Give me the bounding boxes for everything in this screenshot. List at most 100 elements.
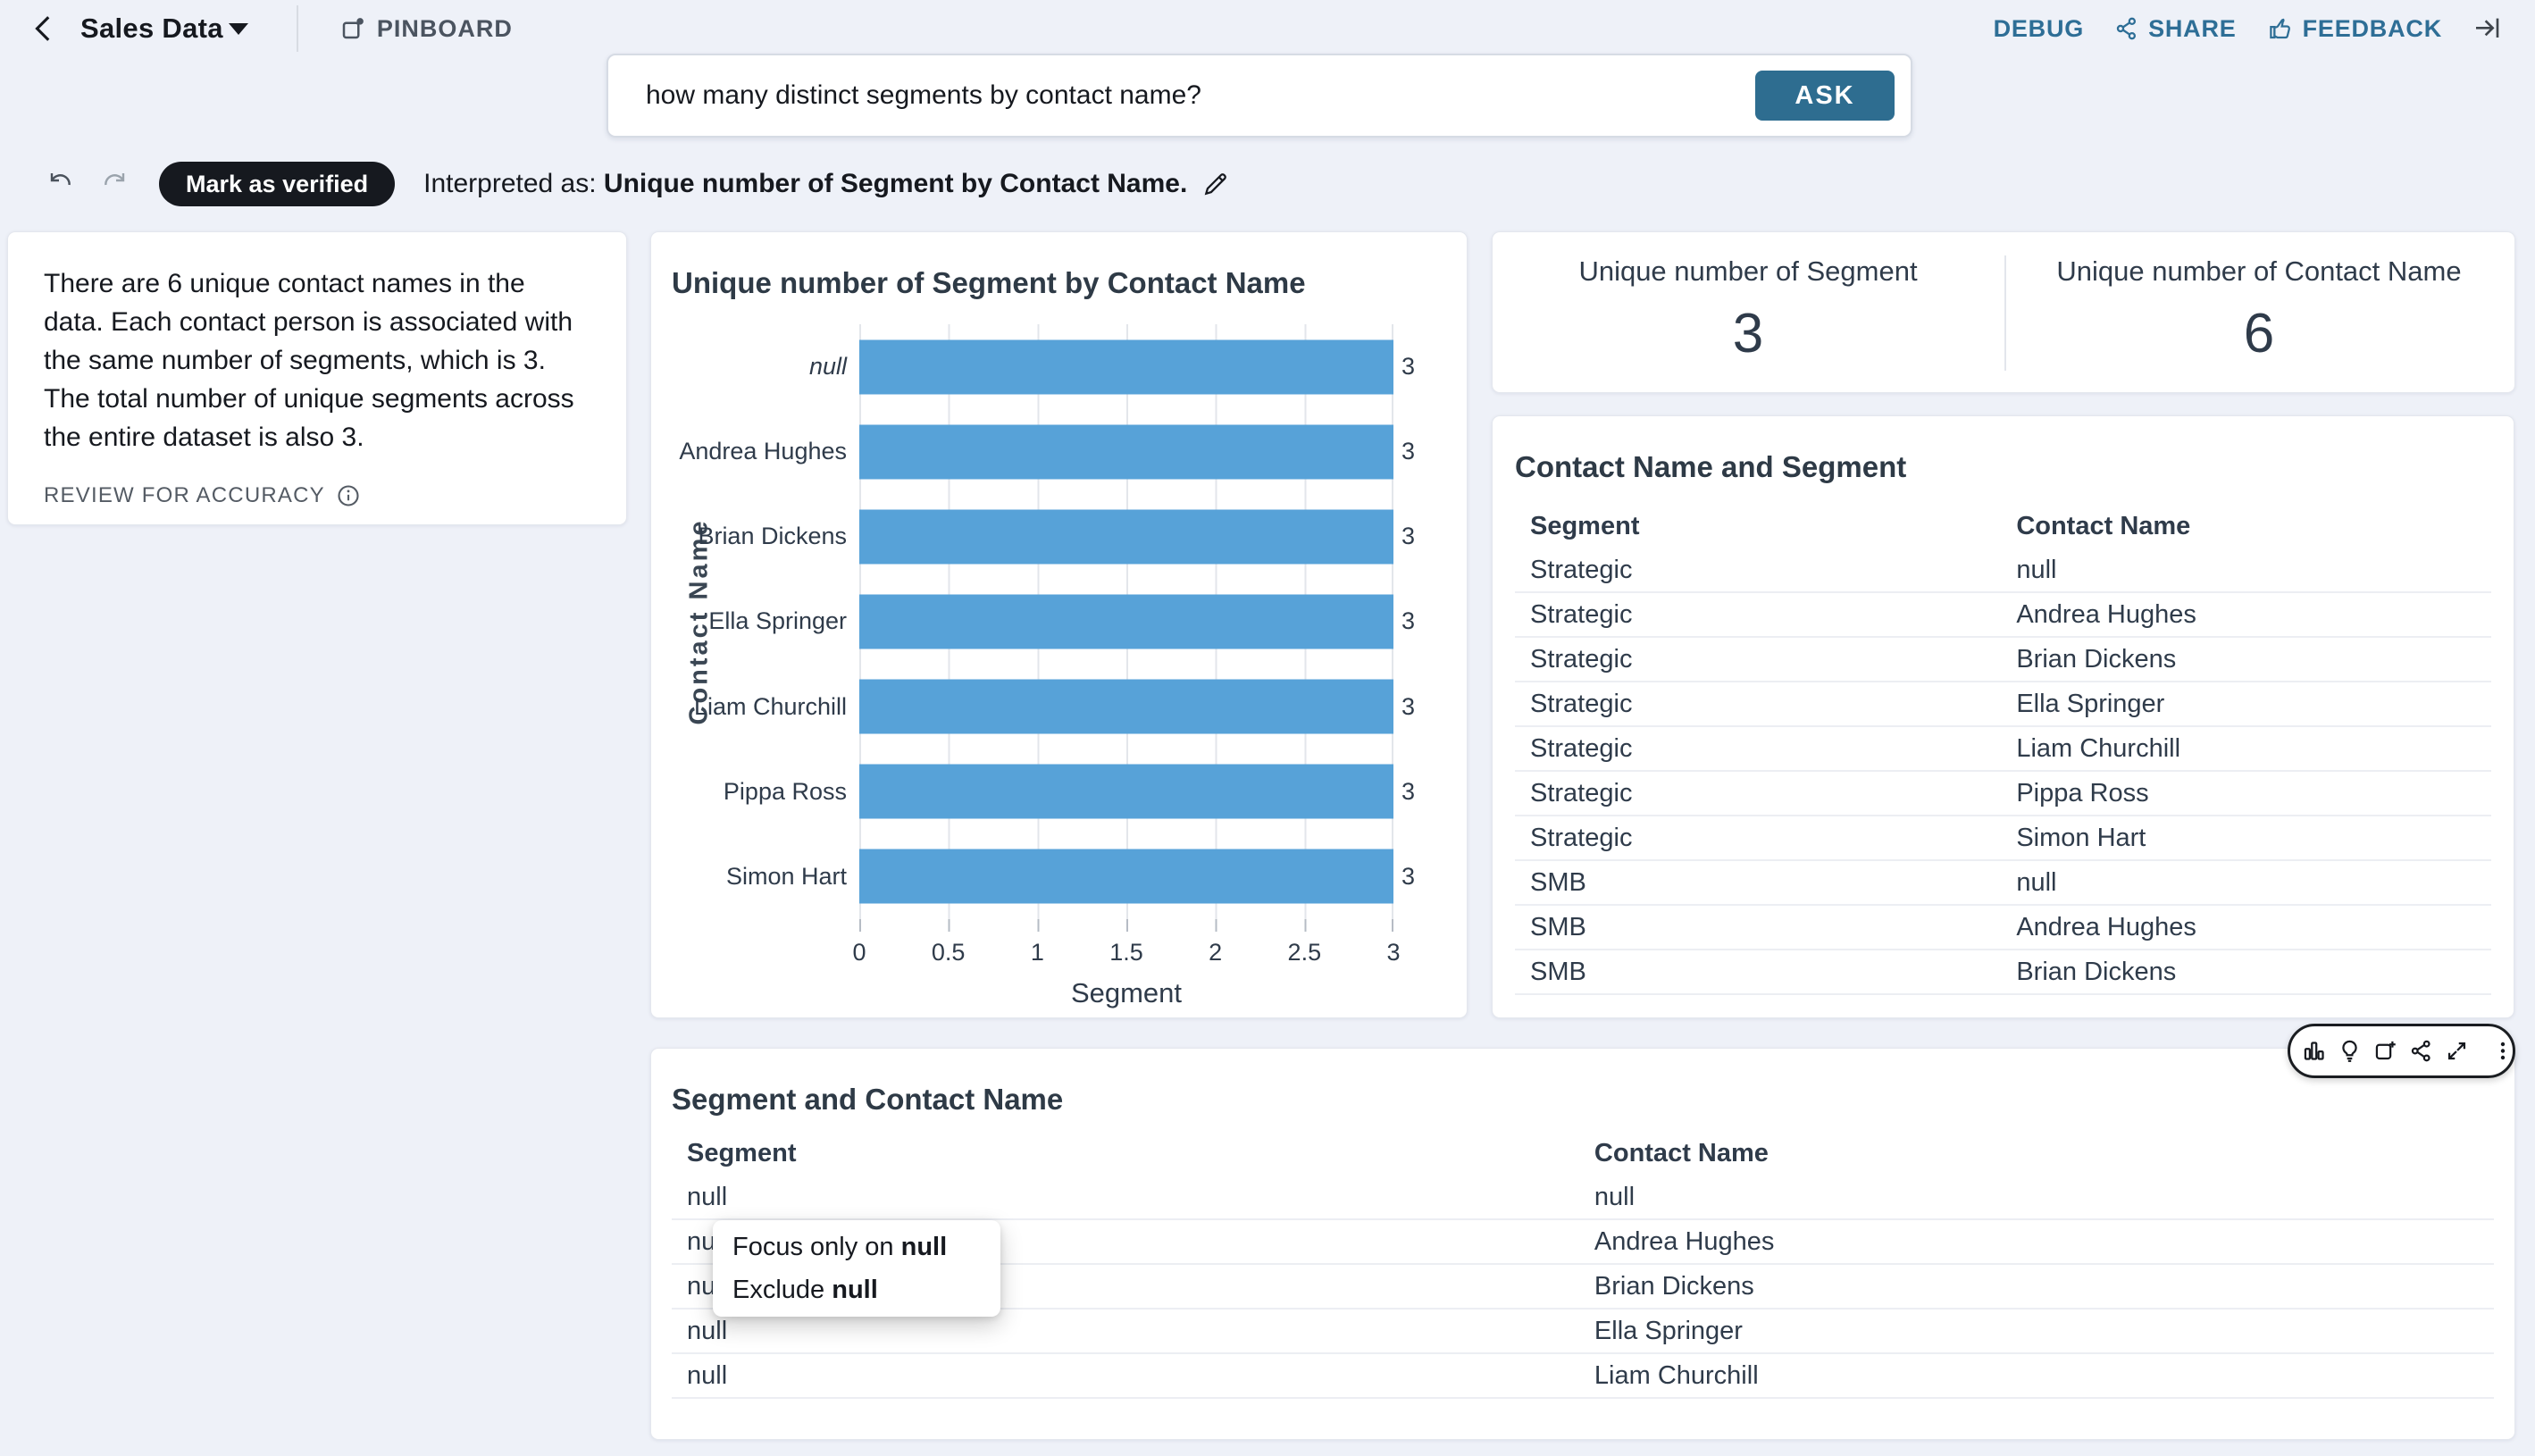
table-cell[interactable]: null	[672, 1183, 1579, 1212]
kpi-label: Unique number of Segment	[1578, 255, 1917, 288]
menu-item-focus-only[interactable]: Focus only on null	[713, 1226, 1000, 1268]
table-title: Contact Name and Segment	[1515, 450, 1906, 484]
menu-item-value: null	[832, 1276, 878, 1304]
dataset-selector[interactable]: Sales Data	[80, 13, 248, 45]
table-cell[interactable]: Andrea Hughes	[1579, 1227, 2494, 1257]
table-cell[interactable]: Strategic	[1515, 600, 2001, 630]
review-for-accuracy: REVIEW FOR ACCURACY	[44, 483, 590, 508]
table-cell[interactable]: Pippa Ross	[2001, 779, 2491, 808]
share-button[interactable]: SHARE	[2114, 15, 2237, 43]
chevron-left-icon	[29, 13, 60, 44]
column-header[interactable]: Segment	[672, 1139, 1579, 1168]
table-cell[interactable]: Brian Dickens	[2001, 645, 2491, 674]
table-row[interactable]: nullnull	[672, 1176, 2494, 1220]
bar[interactable]	[859, 680, 1393, 734]
edit-interpretation-button[interactable]	[1201, 170, 1230, 198]
table-cell[interactable]: Strategic	[1515, 779, 2001, 808]
bar-value-label: 3	[1393, 324, 1468, 409]
expand-visual-button[interactable]	[2445, 1039, 2469, 1063]
bar[interactable]	[859, 509, 1393, 564]
table-cell[interactable]: null	[672, 1361, 1579, 1391]
share-network-icon	[2114, 16, 2139, 41]
table-cell[interactable]: SMB	[1515, 958, 2001, 987]
lightbulb-icon	[2338, 1039, 2362, 1063]
x-axis-tick-labels: 00.511.522.53	[651, 932, 1468, 971]
table-cell[interactable]: Ella Springer	[1579, 1317, 2494, 1346]
table-cell[interactable]: Brian Dickens	[1579, 1272, 2494, 1301]
table-row[interactable]: SMBAndrea Hughes	[1515, 906, 2491, 950]
chart-row: null 3	[651, 324, 1468, 409]
table-cell[interactable]: null	[672, 1317, 1579, 1346]
add-to-pinboard-button[interactable]	[2373, 1039, 2397, 1063]
mark-as-verified-button[interactable]: Mark as verified	[159, 162, 395, 206]
table-cell[interactable]: Strategic	[1515, 645, 2001, 674]
bar-value-label: 3	[1393, 749, 1468, 834]
table-cell[interactable]: null	[1579, 1183, 2494, 1212]
interpreted-as-text: Interpreted as: Unique number of Segment…	[423, 169, 1187, 199]
question-input[interactable]	[646, 80, 1755, 111]
table-body: StrategicnullStrategicAndrea HughesStrat…	[1515, 548, 2491, 995]
back-button[interactable]	[27, 11, 63, 46]
table-cell[interactable]: Andrea Hughes	[2001, 600, 2491, 630]
table-row[interactable]: StrategicLiam Churchill	[1515, 727, 2491, 772]
table-row[interactable]: StrategicAndrea Hughes	[1515, 593, 2491, 638]
table-cell[interactable]: SMB	[1515, 868, 2001, 898]
bar[interactable]	[859, 849, 1393, 904]
table-row[interactable]: StrategicElla Springer	[1515, 682, 2491, 727]
insights-button[interactable]	[2338, 1039, 2362, 1063]
menu-item-text: Focus only on	[732, 1233, 901, 1261]
table-row[interactable]: SMBnull	[1515, 861, 2491, 906]
debug-button[interactable]: DEBUG	[1994, 15, 2085, 43]
menu-item-exclude[interactable]: Exclude null	[713, 1268, 1000, 1311]
column-header[interactable]: Segment	[1515, 512, 2001, 541]
menu-item-text: Exclude	[732, 1276, 832, 1304]
table-cell[interactable]: Strategic	[1515, 734, 2001, 764]
ask-button[interactable]: ASK	[1755, 71, 1895, 121]
table-row[interactable]: StrategicPippa Ross	[1515, 772, 2491, 816]
bar[interactable]	[859, 594, 1393, 649]
dataset-name: Sales Data	[80, 13, 223, 45]
x-tick-label: 2	[1209, 939, 1222, 966]
more-options-button[interactable]	[2492, 1039, 2514, 1063]
share-visual-button[interactable]	[2409, 1039, 2433, 1063]
table-cell[interactable]: Liam Churchill	[2001, 734, 2491, 764]
feedback-button[interactable]: FEEDBACK	[2267, 15, 2442, 43]
x-tick-label: 1	[1031, 939, 1044, 966]
divider	[2004, 255, 2006, 371]
undo-button[interactable]	[45, 168, 77, 200]
table-row[interactable]: StrategicSimon Hart	[1515, 816, 2491, 861]
table-cell[interactable]: Brian Dickens	[2001, 958, 2491, 987]
table-row[interactable]: nullLiam Churchill	[672, 1354, 2494, 1399]
table-row[interactable]: Strategicnull	[1515, 548, 2491, 593]
column-header[interactable]: Contact Name	[1579, 1139, 2494, 1168]
interpreted-prefix: Interpreted as:	[423, 169, 596, 198]
category-label: null	[651, 324, 859, 409]
info-circle-icon[interactable]	[336, 483, 361, 508]
top-bar-right: DEBUG SHARE FEEDBACK	[1994, 14, 2501, 43]
table-cell[interactable]: null	[2001, 556, 2491, 585]
pinboard-button[interactable]: PINBOARD	[339, 15, 513, 43]
table-cell[interactable]: Liam Churchill	[1579, 1361, 2494, 1391]
column-header[interactable]: Contact Name	[2001, 512, 2491, 541]
table-cell[interactable]: Andrea Hughes	[2001, 913, 2491, 942]
ask-bar: ASK	[607, 54, 1912, 138]
table-cell[interactable]: Strategic	[1515, 556, 2001, 585]
menu-item-value: null	[901, 1233, 948, 1261]
collapse-panel-button[interactable]	[2472, 14, 2501, 43]
table-cell[interactable]: Strategic	[1515, 690, 2001, 719]
interpretation-row: Mark as verified Interpreted as: Unique …	[45, 161, 1230, 207]
table-cell[interactable]: null	[2001, 868, 2491, 898]
bar[interactable]	[859, 339, 1393, 394]
table-row[interactable]: SMBBrian Dickens	[1515, 950, 2491, 995]
table-cell[interactable]: Simon Hart	[2001, 824, 2491, 853]
table-cell[interactable]: SMB	[1515, 913, 2001, 942]
bar-track	[859, 749, 1393, 834]
bar[interactable]	[859, 765, 1393, 819]
change-visual-type-button[interactable]	[2302, 1039, 2326, 1063]
redo-button[interactable]	[98, 168, 130, 200]
x-tick-label: 2.5	[1288, 939, 1322, 966]
bar[interactable]	[859, 424, 1393, 479]
table-cell[interactable]: Strategic	[1515, 824, 2001, 853]
table-cell[interactable]: Ella Springer	[2001, 690, 2491, 719]
table-row[interactable]: StrategicBrian Dickens	[1515, 638, 2491, 682]
